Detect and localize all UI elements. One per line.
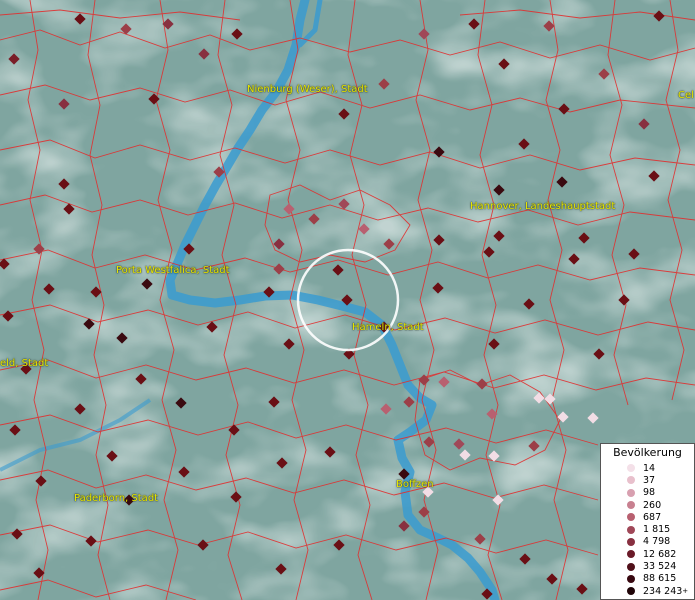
legend-item: 88 615 — [605, 573, 690, 585]
city-label-celle: Cel — [678, 90, 694, 101]
legend-item: 4 798 — [605, 536, 690, 548]
legend-swatch — [627, 464, 635, 473]
city-label-hannover: Hannover, Landeshauptstadt — [470, 201, 616, 212]
legend-swatch — [627, 488, 635, 497]
legend-item: 1 815 — [605, 523, 690, 535]
legend-item: 687 — [605, 511, 690, 523]
city-label-nienburg: Nienburg (Weser), Stadt — [247, 84, 368, 95]
legend-item: 98 — [605, 487, 690, 499]
legend-swatch — [627, 562, 635, 571]
legend-item-label: 37 — [643, 474, 656, 486]
legend-item: 260 — [605, 499, 690, 511]
legend-item: 37 — [605, 474, 690, 486]
legend-item: 234 243 + — [605, 585, 690, 597]
legend-item-label: 260 — [643, 499, 662, 511]
legend-item-label: 4 798 — [643, 536, 671, 548]
city-label-porta-westfalica: Porta Westfalica, Stadt — [116, 265, 230, 276]
legend-item: 33 524 — [605, 560, 690, 572]
legend-swatch — [627, 501, 635, 510]
legend-swatch — [627, 476, 635, 485]
legend-title: Bevölkerung — [613, 446, 682, 459]
legend-swatch — [627, 587, 635, 596]
legend-item: 14 — [605, 462, 690, 474]
population-legend: Bevölkerung 14 37 98 260 687 1 815 4 798 12 682… — [600, 443, 695, 600]
legend-item-label: 88 615 — [643, 573, 677, 585]
city-label-paderborn: Paderborn, Stadt — [74, 493, 159, 504]
legend-swatch — [627, 574, 635, 583]
legend-item-label: 12 682 — [643, 548, 677, 560]
legend-rows: 14 37 98 260 687 1 815 4 798 12 682 33 524 88 615… — [605, 462, 690, 597]
legend-item: 12 682 — [605, 548, 690, 560]
legend-item-label: 687 — [643, 511, 662, 523]
legend-item-label: 14 — [643, 462, 656, 474]
legend-item-label: 1 815 — [643, 524, 671, 536]
legend-swatch — [627, 513, 635, 522]
city-label-boffzen: Boffzen — [396, 479, 434, 490]
legend-item-label: 33 524 — [643, 561, 677, 573]
legend-swatch — [627, 550, 635, 559]
legend-item-label: 98 — [643, 487, 656, 499]
legend-swatch — [627, 525, 635, 534]
city-label-hameln: Hameln, Stadt — [352, 322, 424, 333]
legend-plus-sign: + — [682, 587, 689, 596]
legend-item-label: 234 243 — [643, 585, 683, 597]
legend-swatch — [627, 537, 635, 546]
city-label-bielefeld: eld, Stadt — [0, 358, 49, 369]
